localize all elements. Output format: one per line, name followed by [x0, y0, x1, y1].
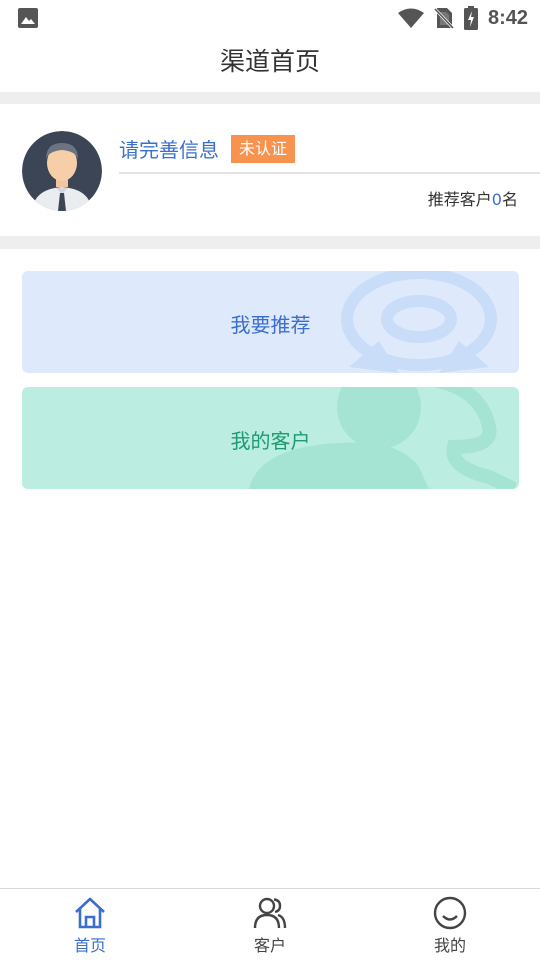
section-divider — [0, 236, 540, 249]
recommend-prefix: 推荐客户 — [427, 190, 492, 209]
status-icons: 8:42 — [397, 5, 528, 31]
status-time: 8:42 — [487, 6, 528, 29]
gallery-icon — [18, 8, 38, 28]
wifi-icon — [397, 8, 424, 28]
recommend-count: 0 — [491, 190, 502, 209]
customers-card[interactable]: 我的客户 — [22, 387, 519, 489]
complete-info-link[interactable]: 请完善信息 — [119, 134, 219, 163]
battery-charging-icon — [463, 6, 478, 30]
tab-customers[interactable]: 客户 — [180, 889, 360, 960]
avatar[interactable] — [22, 131, 102, 211]
tab-customers-label: 客户 — [253, 936, 286, 955]
section-divider — [0, 92, 540, 104]
home-icon — [75, 897, 105, 929]
no-sim-icon — [433, 7, 454, 29]
unverified-badge: 未认证 — [231, 134, 296, 163]
recommend-card[interactable]: 我要推荐 — [22, 271, 519, 373]
recommend-label: 我要推荐 — [230, 313, 311, 337]
tab-mine[interactable]: 我的 — [360, 889, 540, 960]
status-bar: 8:42 — [0, 0, 540, 36]
profile-divider — [119, 172, 540, 174]
tab-home-label: 首页 — [73, 936, 106, 955]
tab-home[interactable]: 首页 — [0, 889, 180, 960]
recommended-customers-count: 推荐客户0名 — [428, 186, 518, 210]
customers-label: 我的客户 — [230, 429, 311, 453]
bottom-tab-bar: 首页 客户 我的 — [0, 888, 540, 960]
tab-mine-label: 我的 — [433, 936, 466, 955]
recommend-suffix: 名 — [501, 190, 518, 209]
smile-icon — [433, 896, 467, 930]
title-bar: 渠道首页 — [0, 36, 540, 92]
profile-info: 请完善信息 未认证 — [119, 134, 296, 163]
page-title: 渠道首页 — [219, 47, 320, 76]
profile-section[interactable]: 请完善信息 未认证 推荐客户0名 — [0, 104, 540, 236]
customers-icon — [253, 897, 287, 929]
